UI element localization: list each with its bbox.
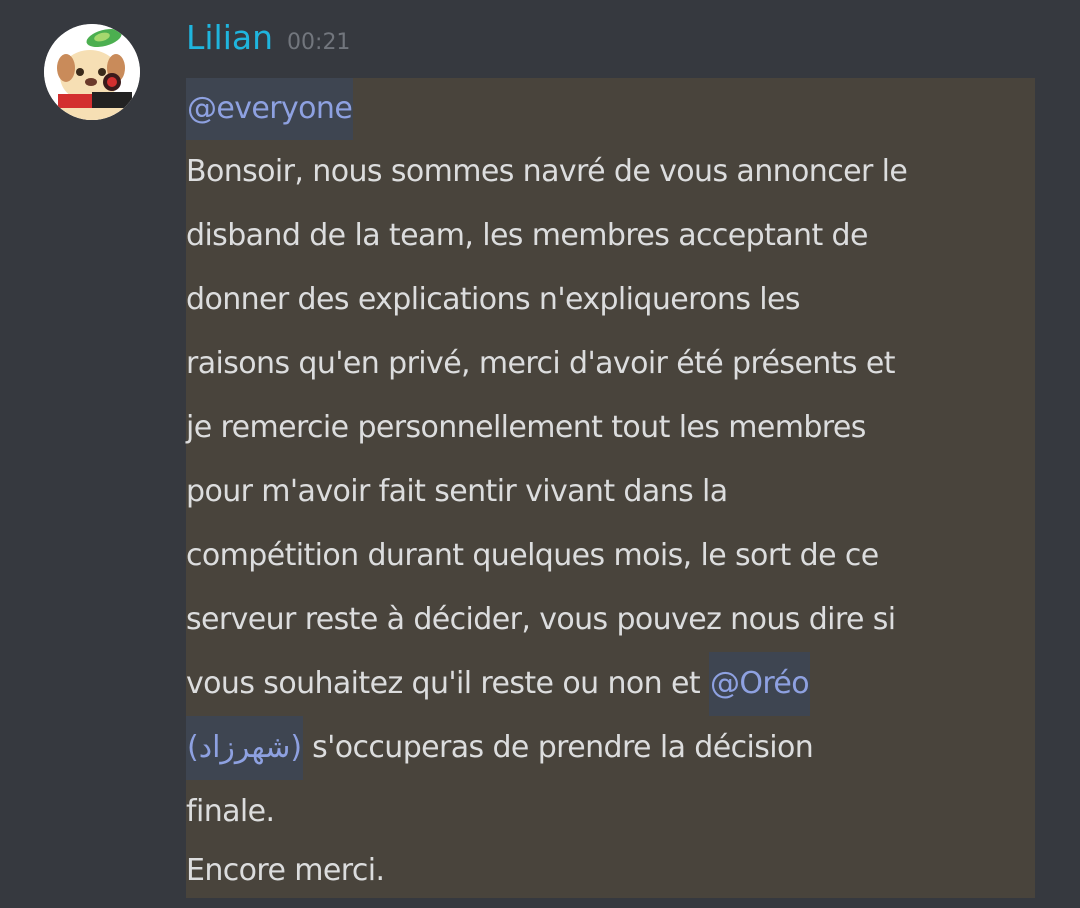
message-line: raisons qu'en privé, merci d'avoir été p… <box>186 346 895 381</box>
message-text: s'occuperas de prendre la décision <box>303 730 814 765</box>
message-line: finale. <box>186 794 275 829</box>
message-line: (شهرزاد) s'occuperas de prendre la décis… <box>186 716 814 780</box>
message-text: vous souhaitez qu'il reste ou non et <box>186 666 709 701</box>
message-line: Bonsoir, nous sommes navré de vous annon… <box>186 154 908 189</box>
avatar-image <box>44 24 140 120</box>
mention-user-continued[interactable]: (شهرزاد) <box>186 716 304 780</box>
chat-message: Lilian 00:21 @everyone Bonsoir, nous som… <box>0 0 1080 908</box>
message-line: disband de la team, les membres acceptan… <box>186 218 868 253</box>
user-avatar[interactable] <box>44 24 140 120</box>
message-line: je remercie personnellement tout les mem… <box>186 410 866 445</box>
mention-user[interactable]: @Oréo <box>708 652 811 716</box>
message-body-highlighted: @everyone Bonsoir, nous sommes navré de … <box>186 78 1035 898</box>
message-header: Lilian 00:21 <box>186 18 350 66</box>
message-line: donner des explications n'expliquerons l… <box>186 282 801 317</box>
author-name[interactable]: Lilian <box>186 18 273 57</box>
message-timestamp: 00:21 <box>287 30 351 55</box>
mention-everyone[interactable]: @everyone <box>186 78 354 140</box>
message-line: pour m'avoir fait sentir vivant dans la <box>186 474 728 509</box>
message-line: Encore merci. <box>186 853 385 888</box>
message-line: serveur reste à décider, vous pouvez nou… <box>186 602 896 637</box>
message-line: compétition durant quelques mois, le sor… <box>186 538 879 573</box>
message-line: vous souhaitez qu'il reste ou non et @Or… <box>186 652 811 716</box>
